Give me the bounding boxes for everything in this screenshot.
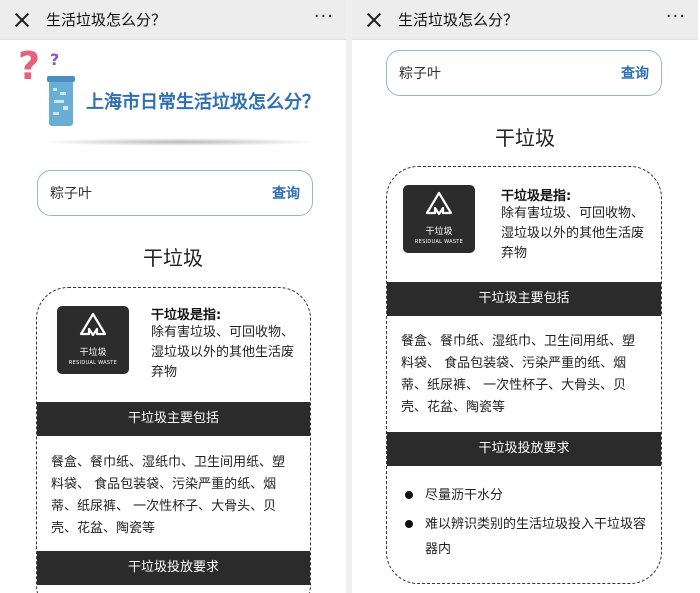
top-bar: 生活垃圾怎么分？ ···: [0, 0, 346, 40]
definition-title: 干垃圾是指:: [151, 308, 222, 323]
requirements-header: 干垃圾投放要求: [387, 432, 661, 466]
logo-cn: 干垃圾: [425, 227, 453, 237]
logo-en: RESIDUAL WASTE: [68, 360, 118, 366]
more-icon[interactable]: ···: [314, 6, 334, 33]
right-screen: 生活垃圾怎么分？ ··· 粽子叶 查询 干垃圾 干垃圾 RESIDUAL WAS…: [352, 0, 698, 593]
search-input[interactable]: 粽子叶: [50, 183, 272, 203]
window-title: 生活垃圾怎么分？: [398, 11, 519, 29]
banner: ? ? 上海市日常生活垃圾怎么分？: [0, 40, 346, 150]
logo-en: RESIDUAL WASTE: [414, 239, 464, 245]
search-bar[interactable]: 粽子叶 查询: [386, 50, 662, 96]
search-button[interactable]: 查询: [272, 183, 300, 203]
definition-title: 干垃圾是指:: [501, 189, 572, 204]
recycle-icon: [79, 312, 107, 337]
question-mark-icon: ?: [18, 44, 41, 88]
banner-title: 上海市日常生活垃圾怎么分？: [86, 92, 320, 113]
definition-text: 除有害垃圾、可回收物、 湿垃圾以外的其他生活废弃物: [151, 325, 295, 380]
includes-text: 餐盒、餐巾纸、湿纸巾、卫生间用纸、塑料袋、 食品包装袋、污染严重的纸、烟蒂、纸尿…: [51, 455, 286, 536]
definition: 干垃圾是指: 除有害垃圾、可回收物、 湿垃圾以外的其他生活废弃物: [151, 304, 301, 383]
result-card: 干垃圾 RESIDUAL WASTE 干垃圾是指: 除有害垃圾、可回收物、 湿垃…: [386, 166, 662, 584]
requirement-item: 难以辨识类别的生活垃圾投入干垃圾容器内: [403, 512, 647, 562]
recycle-icon: [425, 191, 453, 216]
search-bar[interactable]: 粽子叶 查询: [37, 170, 313, 216]
category-heading: 干垃圾: [495, 126, 555, 150]
requirements-list: 尽量沥干水分 难以辨识类别的生活垃圾投入干垃圾容器内: [403, 483, 647, 562]
window-title: 生活垃圾怎么分？: [46, 11, 167, 29]
search-input[interactable]: 粽子叶: [399, 63, 621, 83]
result-card: 干垃圾 RESIDUAL WASTE 干垃圾是指: 除有害垃圾、可回收物、 湿垃…: [36, 287, 311, 593]
close-icon[interactable]: [364, 10, 384, 30]
close-icon[interactable]: [12, 10, 32, 30]
requirement-item: 尽量沥干水分: [403, 483, 647, 508]
trash-bin-icon: [47, 76, 75, 126]
search-button[interactable]: 查询: [621, 63, 649, 83]
left-screen: 生活垃圾怎么分？ ··· ? ? 上海市日常生活垃圾怎么分？ 粽子叶 查询 干垃…: [0, 0, 346, 593]
question-mark-small-icon: ?: [50, 50, 60, 69]
definition: 干垃圾是指: 除有害垃圾、可回收物、 湿垃圾以外的其他生活废弃物: [501, 185, 651, 264]
top-bar: 生活垃圾怎么分？ ···: [352, 0, 698, 40]
category-heading: 干垃圾: [143, 246, 203, 270]
more-icon[interactable]: ···: [666, 6, 686, 33]
logo-cn: 干垃圾: [79, 348, 107, 358]
definition-text: 除有害垃圾、可回收物、 湿垃圾以外的其他生活废弃物: [501, 206, 645, 261]
includes-header: 干垃圾主要包括: [387, 282, 661, 316]
includes-header: 干垃圾主要包括: [37, 402, 310, 436]
banner-shadow: [40, 138, 320, 146]
residual-waste-logo: 干垃圾 RESIDUAL WASTE: [403, 185, 475, 253]
includes-text: 餐盒、餐巾纸、湿纸巾、卫生间用纸、塑料袋、 食品包装袋、污染严重的纸、烟蒂、纸尿…: [401, 334, 636, 415]
residual-waste-logo: 干垃圾 RESIDUAL WASTE: [57, 306, 129, 374]
requirements-header: 干垃圾投放要求: [37, 551, 310, 585]
